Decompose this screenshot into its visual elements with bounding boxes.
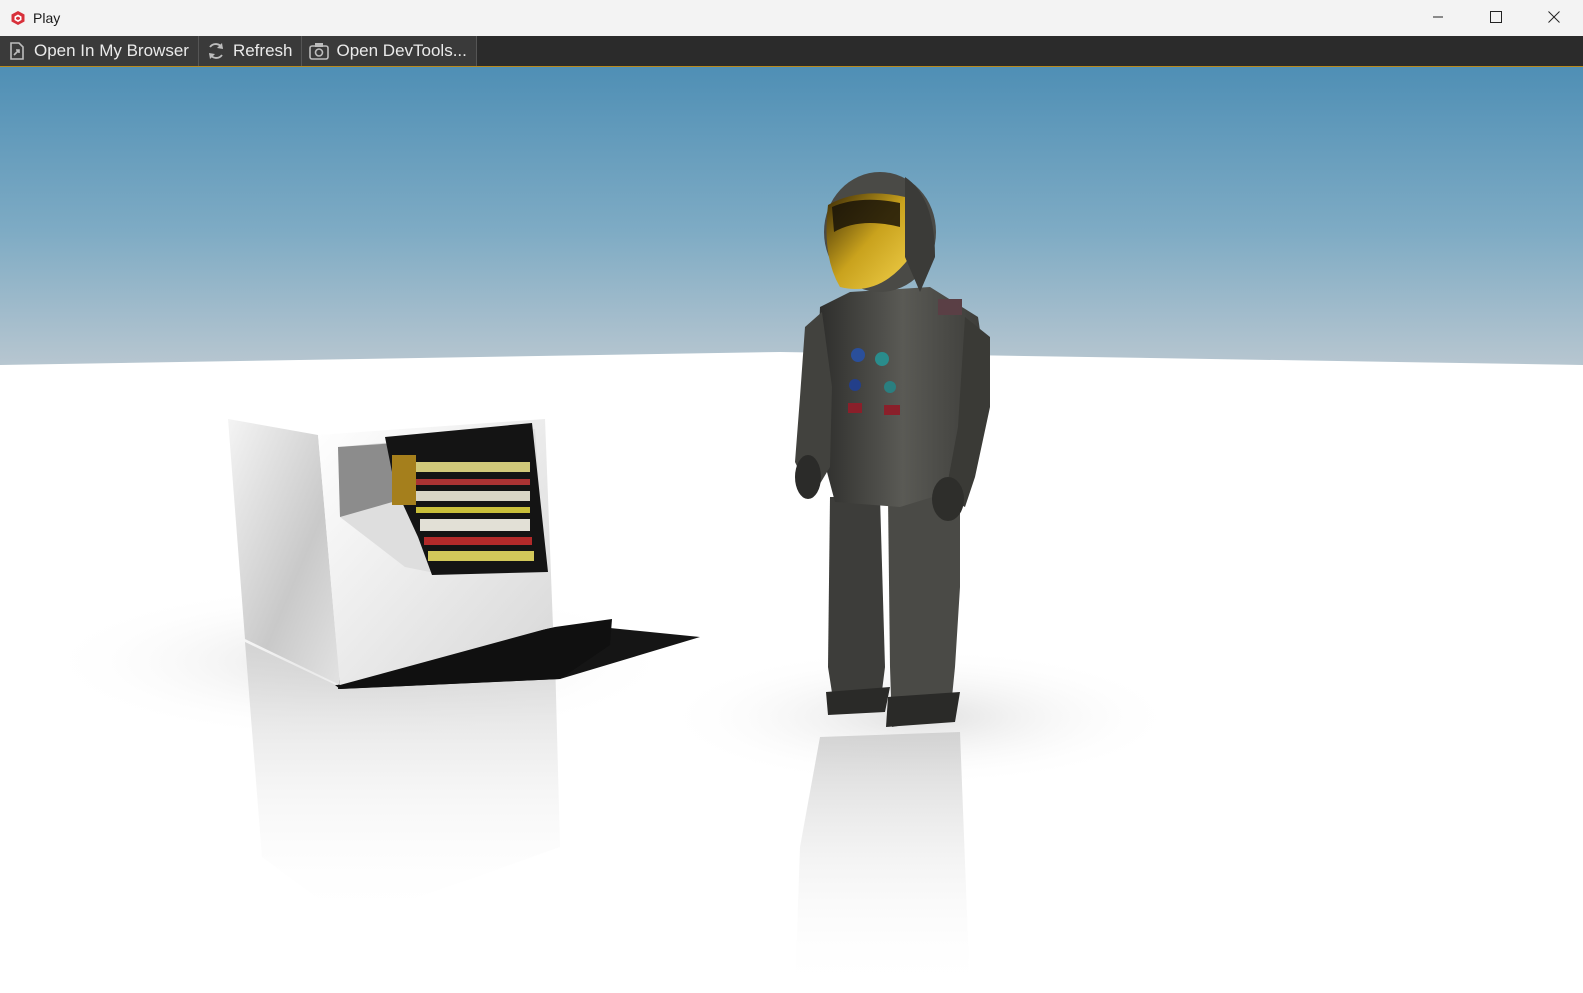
refresh-button[interactable]: Refresh bbox=[198, 36, 303, 66]
maximize-button[interactable] bbox=[1467, 0, 1525, 34]
close-button[interactable] bbox=[1525, 0, 1583, 34]
sky bbox=[0, 67, 1583, 365]
close-icon bbox=[1548, 11, 1560, 23]
playcanvas-logo-icon bbox=[10, 10, 26, 26]
astronaut-reflection bbox=[795, 732, 970, 993]
minimize-icon bbox=[1433, 16, 1443, 18]
maximize-icon bbox=[1490, 11, 1502, 23]
title-bar[interactable]: Play bbox=[0, 0, 1583, 36]
open-in-browser-label: Open In My Browser bbox=[34, 41, 189, 60]
window-controls bbox=[1409, 0, 1583, 34]
open-external-icon bbox=[6, 40, 28, 62]
refresh-icon bbox=[205, 40, 227, 62]
game-viewport[interactable] bbox=[0, 67, 1583, 993]
window-title: Play bbox=[33, 10, 61, 26]
play-window: Play Open In My Browser Refresh Open Dev… bbox=[0, 0, 1583, 993]
open-in-browser-button[interactable]: Open In My Browser bbox=[0, 36, 199, 66]
open-devtools-button[interactable]: Open DevTools... bbox=[302, 36, 477, 66]
minimize-button[interactable] bbox=[1409, 0, 1467, 34]
devtools-icon bbox=[308, 40, 330, 62]
launch-toolbar: Open In My Browser Refresh Open DevTools… bbox=[0, 36, 1583, 67]
refresh-label: Refresh bbox=[232, 41, 293, 60]
open-devtools-label: Open DevTools... bbox=[336, 41, 467, 60]
